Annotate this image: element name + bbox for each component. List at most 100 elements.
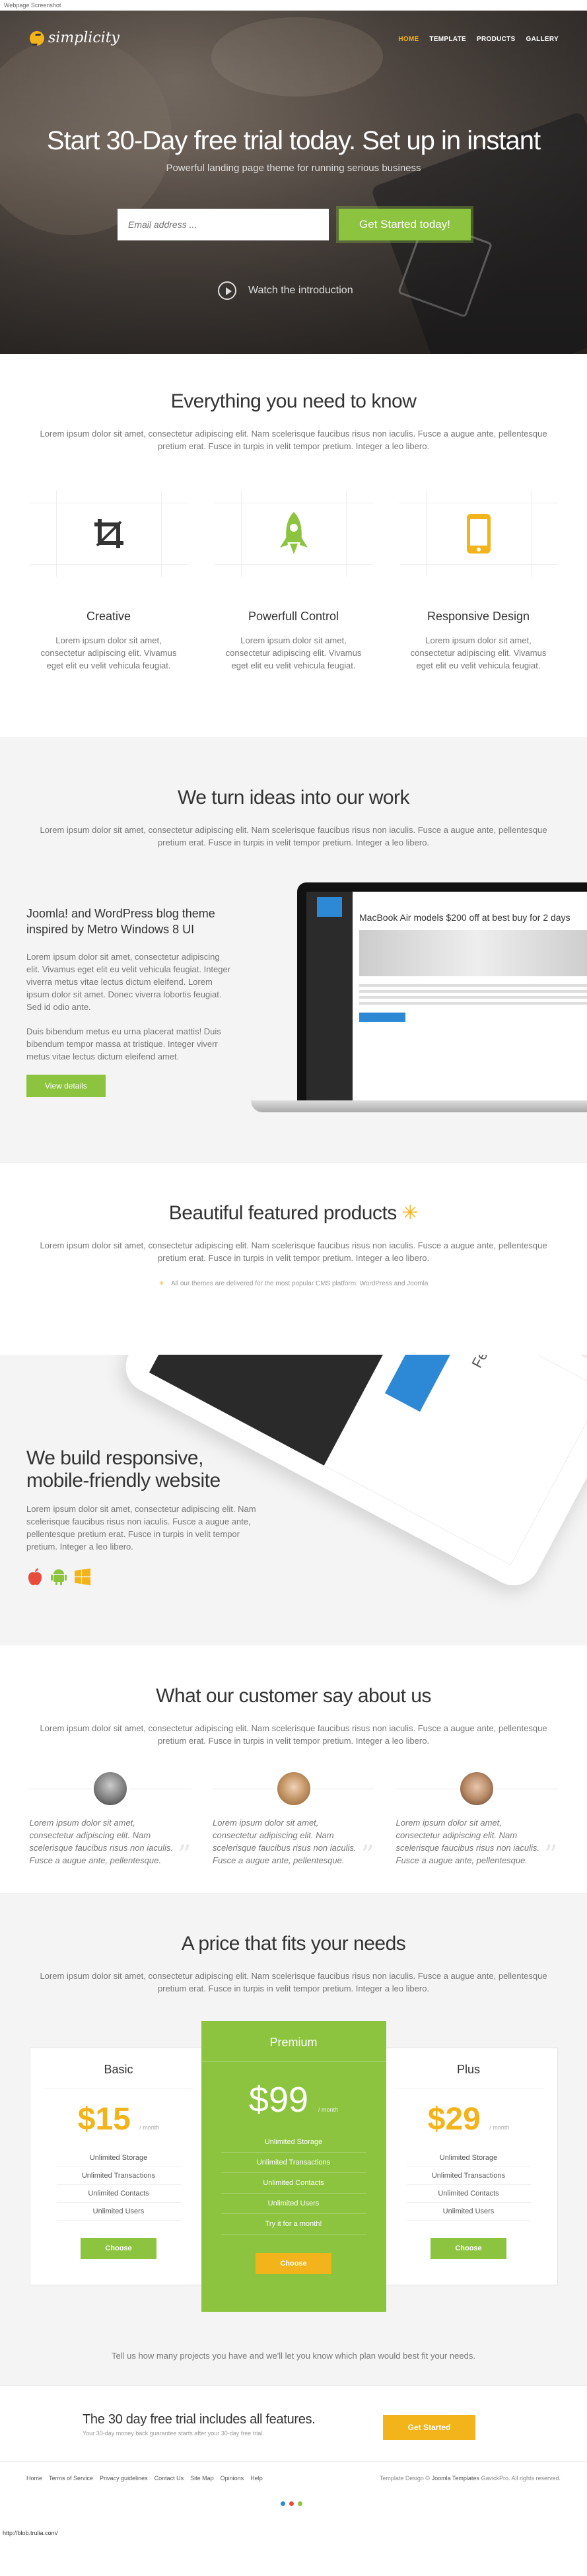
get-started-button[interactable]: Get Started today! bbox=[339, 209, 471, 240]
platform-icons bbox=[26, 1567, 264, 1586]
brand-logo[interactable]: simplicity bbox=[30, 30, 120, 46]
browser-topbar: Webpage Screenshot bbox=[0, 0, 587, 11]
feature-icon-frame bbox=[399, 491, 558, 577]
plan-feature: Unlimited Transactions bbox=[56, 2167, 181, 2185]
plan-feature: Unlimited Storage bbox=[406, 2149, 531, 2167]
footer-link-contact[interactable]: Contact Us bbox=[155, 2475, 184, 2482]
products-heading: Beautiful featured products ✳ bbox=[0, 1201, 587, 1225]
watch-intro-link[interactable]: Watch the introduction bbox=[218, 281, 353, 300]
choose-basic-button[interactable]: Choose bbox=[81, 2238, 156, 2259]
android-icon bbox=[50, 1567, 67, 1586]
logo-icon bbox=[30, 30, 44, 46]
trial-text: The 30 day free trial includes all featu… bbox=[83, 2412, 316, 2437]
nav-item-template[interactable]: TEMPLATE bbox=[424, 36, 471, 43]
plan-name: Basic bbox=[43, 2048, 194, 2089]
products-note: ✳ All our themes are delivered for the mo… bbox=[0, 1280, 587, 1287]
crop-icon bbox=[89, 514, 129, 554]
plan-feature: Unlimited Users bbox=[56, 2203, 181, 2221]
feature-icon-frame bbox=[29, 491, 188, 577]
laptop-mockup: MacBook Air models $200 off at best buy … bbox=[251, 882, 587, 1133]
footer-link-sitemap[interactable]: Site Map bbox=[190, 2475, 214, 2482]
laptop-base bbox=[251, 1100, 587, 1112]
plan-price-value: $99 bbox=[248, 2080, 309, 2120]
pricing-intro: Lorem ipsum dolor sit amet, consectetur … bbox=[40, 1971, 547, 1993]
plan-price-period: / month bbox=[318, 2106, 339, 2113]
laptop-screen: MacBook Air models $200 off at best buy … bbox=[297, 882, 587, 1100]
pricing-section: A price that fits your needs Lorem ipsum… bbox=[0, 1893, 587, 2385]
quote-icon: ” bbox=[361, 1840, 374, 1871]
feature-text: Lorem ipsum dolor sit amet, consectetur … bbox=[225, 635, 362, 670]
signup-form: Get Started today! bbox=[118, 209, 471, 240]
plan-price: $29 / month bbox=[380, 2101, 557, 2137]
footer-nav: Home Terms of Service Privacy guidelines… bbox=[26, 2475, 263, 2482]
testimonials-list: Lorem ipsum dolor sit amet, consectetur … bbox=[29, 1770, 558, 1871]
footer-link-privacy[interactable]: Privacy guidelines bbox=[100, 2475, 148, 2482]
nav-menu: HOME TEMPLATE PRODUCTS GALLERY bbox=[393, 36, 564, 43]
plan-name: Plus bbox=[393, 2048, 544, 2089]
laptop-sidebar bbox=[306, 892, 353, 1100]
main-nav: simplicity HOME TEMPLATE PRODUCTS GALLER… bbox=[0, 21, 587, 57]
features-section: Everything you need to know Lorem ipsum … bbox=[0, 354, 587, 737]
copyright-prefix: Template Design © bbox=[379, 2475, 431, 2482]
products-intro: Lorem ipsum dolor sit amet, consectetur … bbox=[40, 1240, 547, 1263]
topbar-label: Webpage Screenshot bbox=[4, 2, 61, 9]
dot-icon bbox=[298, 2501, 302, 2506]
footer-link-home[interactable]: Home bbox=[26, 2475, 42, 2482]
plan-feature: Unlimited Transactions bbox=[406, 2167, 531, 2185]
plan-price: $15 / month bbox=[30, 2101, 207, 2137]
nav-item-products[interactable]: PRODUCTS bbox=[471, 36, 521, 43]
feature-item: Powerfull Control Lorem ipsum dolor sit … bbox=[214, 491, 373, 672]
copyright-brand-link[interactable]: Joomla Templates bbox=[432, 2475, 479, 2482]
laptop-content: MacBook Air models $200 off at best buy … bbox=[353, 892, 587, 1100]
quote-icon: ” bbox=[544, 1840, 558, 1871]
rocket-icon bbox=[274, 512, 314, 554]
testimonial-text: Lorem ipsum dolor sit amet, consectetur … bbox=[29, 1818, 174, 1865]
pricing-note: Tell us how many projects you have and w… bbox=[112, 2351, 475, 2361]
trial-headline: The 30 day free trial includes all featu… bbox=[83, 2412, 316, 2427]
avatar bbox=[458, 1770, 495, 1807]
testimonial-card: Lorem ipsum dolor sit amet, consectetur … bbox=[29, 1770, 191, 1871]
responsive-section: Featured News We build responsive, mobil… bbox=[0, 1355, 587, 1645]
plan-feature: Unlimited Contacts bbox=[406, 2185, 531, 2203]
ideas-text-block: Joomla! and WordPress blog theme inspire… bbox=[26, 906, 231, 1097]
plan-premium: Premium $99 / month Unlimited Storage Un… bbox=[201, 2021, 386, 2312]
hero-overlay bbox=[0, 11, 587, 354]
plan-price-value: $29 bbox=[427, 2102, 481, 2137]
plan-price-value: $15 bbox=[77, 2102, 131, 2137]
nav-item-gallery[interactable]: GALLERY bbox=[520, 36, 564, 43]
feature-text: Lorem ipsum dolor sit amet, consectetur … bbox=[410, 635, 547, 670]
footer-link-terms[interactable]: Terms of Service bbox=[49, 2475, 93, 2482]
color-dots bbox=[281, 2501, 302, 2506]
products-note-text: All our themes are delivered for the mos… bbox=[170, 1280, 429, 1287]
view-details-button[interactable]: View details bbox=[26, 1075, 106, 1097]
footer: Home Terms of Service Privacy guidelines… bbox=[0, 2461, 587, 2540]
choose-premium-button[interactable]: Choose bbox=[256, 2253, 331, 2274]
copyright: Template Design © Joomla Templates Gavic… bbox=[380, 2475, 561, 2482]
footer-link-help[interactable]: Help bbox=[250, 2475, 263, 2482]
testimonials-title: What our customer say about us bbox=[156, 1685, 431, 1707]
ideas-paragraph: Lorem ipsum dolor sit amet, consectetur … bbox=[26, 952, 231, 1012]
testimonials-intro: Lorem ipsum dolor sit amet, consectetur … bbox=[40, 1723, 547, 1746]
feature-text: Lorem ipsum dolor sit amet, consectetur … bbox=[40, 635, 177, 670]
feature-item: Creative Lorem ipsum dolor sit amet, con… bbox=[29, 491, 188, 672]
testimonial-text: Lorem ipsum dolor sit amet, consectetur … bbox=[213, 1818, 357, 1865]
watch-intro-label: Watch the introduction bbox=[248, 285, 353, 296]
nav-item-home[interactable]: HOME bbox=[393, 36, 424, 43]
responsive-text-block: We build responsive, mobile-friendly web… bbox=[26, 1447, 264, 1586]
trial-get-started-button[interactable]: Get Started bbox=[383, 2415, 475, 2440]
features-title: Everything you need to know bbox=[170, 390, 417, 412]
brand-name: simplicity bbox=[48, 30, 120, 46]
status-url: http://blob.trulia.com/ bbox=[3, 2530, 58, 2536]
play-icon bbox=[218, 281, 236, 300]
footer-link-opinions[interactable]: Opinions bbox=[221, 2475, 244, 2482]
plan-feature: Try it for a month! bbox=[221, 2214, 366, 2235]
email-input[interactable] bbox=[118, 209, 329, 240]
hero-subtitle: Powerful landing page theme for running … bbox=[166, 162, 421, 174]
laptop-article-button bbox=[359, 1013, 405, 1022]
laptop-article-title: MacBook Air models $200 off at best buy … bbox=[359, 912, 570, 923]
dot-icon bbox=[289, 2501, 294, 2506]
feature-title: Responsive Design bbox=[427, 610, 530, 623]
choose-plus-button[interactable]: Choose bbox=[431, 2238, 506, 2259]
plan-feature: Unlimited Users bbox=[406, 2203, 531, 2221]
ideas-title: We turn ideas into our work bbox=[177, 787, 410, 808]
